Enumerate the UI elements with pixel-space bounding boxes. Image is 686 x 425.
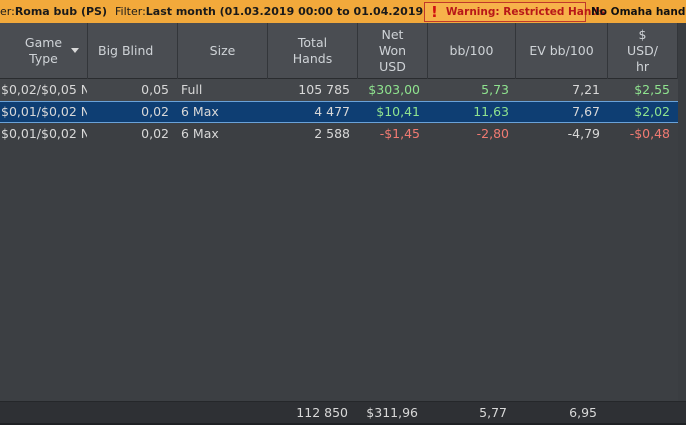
- cell-total-hands: 4 477: [314, 104, 350, 119]
- filter-prefix: Filter:: [115, 5, 146, 18]
- player-prefix: er:: [0, 5, 15, 18]
- column-label: Total Hands: [292, 35, 333, 66]
- column-header-big-blind[interactable]: Big Blind: [88, 23, 178, 79]
- net-won-sum: $311,96: [366, 405, 418, 420]
- table-row[interactable]: $0,01/$0,02 NL 0,02 6 Max 2 588 -$1,45 -…: [0, 123, 686, 145]
- cell-bb100: 5,73: [481, 82, 509, 97]
- warning-text: Warning: Restricted Hands: [445, 6, 606, 18]
- table-row[interactable]: $0,02/$0,05 NL 0,05 Full 105 785 $303,00…: [0, 79, 686, 101]
- sort-desc-icon: [71, 48, 79, 53]
- cell-size: 6 Max: [181, 104, 219, 119]
- total-hands-sum: 112 850: [296, 405, 348, 420]
- cell-net-won: $303,00: [368, 82, 420, 97]
- cell-usd-hr: $2,55: [634, 82, 670, 97]
- column-header-total-hands[interactable]: Total Hands: [268, 23, 358, 79]
- cell-big-blind: 0,02: [141, 104, 169, 119]
- cell-game-type: $0,01/$0,02 NL: [1, 126, 87, 141]
- filter-bar: er: Roma bub (PS) Filter: Last month (01…: [0, 0, 686, 23]
- cell-size: 6 Max: [181, 126, 219, 141]
- column-header-bb100[interactable]: bb/100: [428, 23, 516, 79]
- cell-net-won: $10,41: [376, 104, 420, 119]
- cell-ev-bb100: -4,79: [567, 126, 600, 141]
- cell-total-hands: 105 785: [298, 82, 350, 97]
- column-header-game-type[interactable]: Game Type: [0, 23, 88, 79]
- ev-bb100-total: 6,95: [569, 405, 597, 420]
- column-header-ev-bb100[interactable]: EV bb/100: [516, 23, 608, 79]
- cell-bb100: 11,63: [473, 104, 509, 119]
- player-name: Roma bub (PS): [14, 5, 108, 18]
- warning-icon: !: [431, 3, 438, 21]
- cell-big-blind: 0,02: [141, 126, 169, 141]
- filter-description: Last month (01.03.2019 00:00 to 01.04.20…: [145, 5, 468, 18]
- cell-ev-bb100: 7,21: [572, 82, 600, 97]
- column-label: EV bb/100: [529, 43, 594, 58]
- cell-usd-hr: -$0,48: [629, 126, 670, 141]
- bb100-total: 5,77: [479, 405, 507, 420]
- cell-net-won: -$1,45: [379, 126, 420, 141]
- cell-game-type: $0,01/$0,02 NL: [1, 104, 87, 119]
- column-label: $ USD/ hr: [627, 27, 658, 74]
- cell-total-hands: 2 588: [314, 126, 350, 141]
- table-row-selected[interactable]: $0,01/$0,02 NL 0,02 6 Max 4 477 $10,41 1…: [0, 101, 686, 123]
- table-header: Game Type Big Blind Size Total Hands Net…: [0, 23, 686, 79]
- cell-usd-hr: $2,02: [634, 104, 670, 119]
- omaha-notice: No Omaha hands.: [591, 5, 686, 18]
- column-header-size[interactable]: Size: [178, 23, 268, 79]
- column-label: Net Won USD: [378, 27, 407, 74]
- column-label: Game Type: [24, 35, 63, 66]
- vertical-scroll-track[interactable]: [678, 23, 686, 401]
- column-label: Big Blind: [98, 43, 154, 58]
- filter-summary[interactable]: er: Roma bub (PS) Filter: Last month (01…: [0, 0, 467, 23]
- cell-ev-bb100: 7,67: [572, 104, 600, 119]
- cell-size: Full: [181, 82, 203, 97]
- cell-big-blind: 0,05: [141, 82, 169, 97]
- totals-row: 112 850 $311,96 5,77 6,95: [0, 401, 686, 423]
- column-header-usd-hr[interactable]: $ USD/ hr: [608, 23, 678, 79]
- restricted-hands-warning[interactable]: ! Warning: Restricted Hands: [424, 2, 605, 22]
- cell-bb100: -2,80: [476, 126, 509, 141]
- column-label: Size: [209, 43, 236, 58]
- cell-game-type: $0,02/$0,05 NL: [1, 82, 87, 97]
- column-label: bb/100: [449, 43, 494, 58]
- column-header-net-won[interactable]: Net Won USD: [358, 23, 428, 79]
